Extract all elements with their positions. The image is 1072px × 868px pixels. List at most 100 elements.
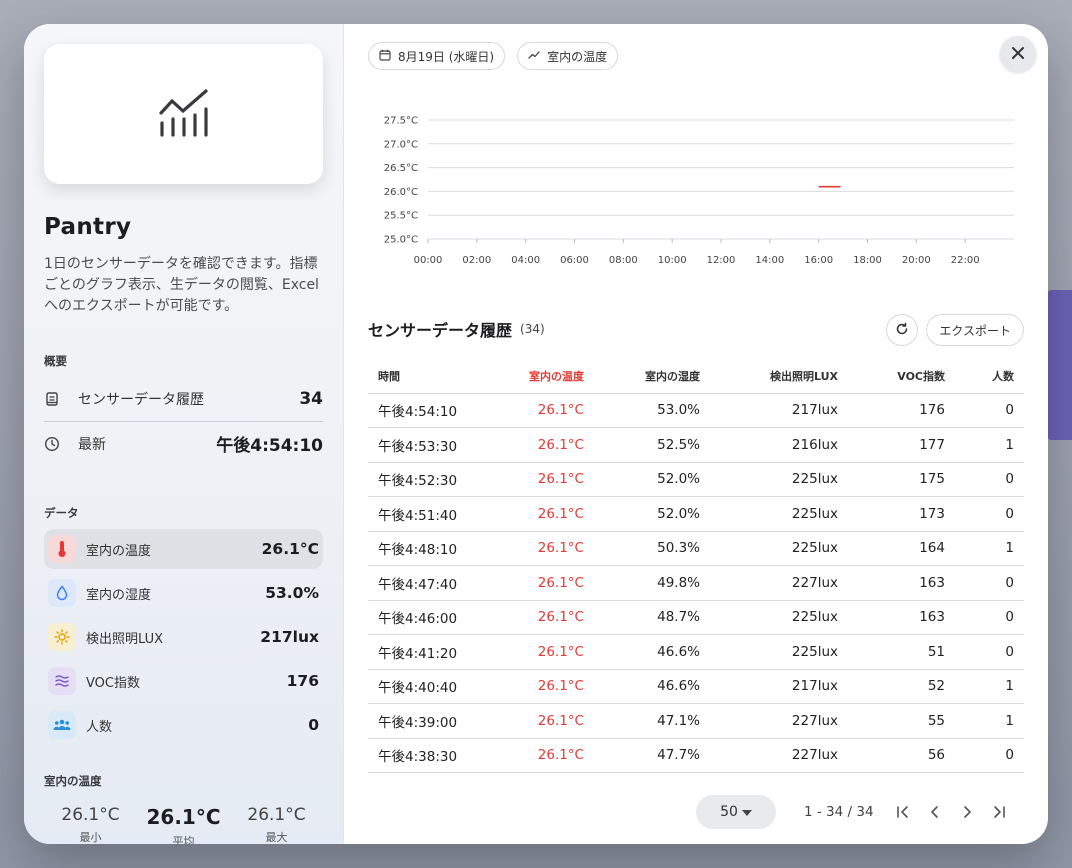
col-time[interactable]: 時間: [368, 360, 486, 394]
cell-humidity: 52.0%: [594, 496, 710, 532]
stat-min-label: 最小: [79, 831, 102, 844]
cell-lux: 225lux: [710, 600, 848, 635]
background-panel: [1046, 290, 1072, 440]
cell-temperature: 26.1°C: [486, 462, 594, 497]
cell-temperature: 26.1°C: [486, 393, 594, 428]
cell-people: 0: [955, 496, 1024, 532]
metric-people[interactable]: 人数 0: [44, 705, 323, 745]
x-tick-label: 16:00: [804, 255, 833, 266]
x-tick-label: 02:00: [462, 255, 491, 266]
close-button[interactable]: [1000, 36, 1036, 72]
cell-temperature: 26.1°C: [486, 703, 594, 739]
metric-list: 室内の温度 26.1°C 室内の湿度 53.0% 検出照明LUX 217lux: [44, 529, 323, 745]
metric-voc[interactable]: VOC指数 176: [44, 661, 323, 701]
per-page-select[interactable]: 50: [696, 795, 776, 829]
cell-people: 0: [955, 565, 1024, 601]
cell-humidity: 46.6%: [594, 634, 710, 670]
caret-down-icon: [741, 804, 752, 820]
next-page-icon[interactable]: [958, 803, 976, 821]
export-button[interactable]: エクスポート: [926, 314, 1024, 346]
col-temperature[interactable]: 室内の温度: [486, 360, 594, 394]
overview-history-value: 34: [299, 389, 323, 409]
x-tick-label: 18:00: [853, 255, 882, 266]
overview-history-label: センサーデータ履歴: [78, 392, 204, 408]
metric-humidity-label: 室内の湿度: [86, 587, 152, 603]
sensor-modal: Pantry 1日のセンサーデータを確認できます。指標ごとのグラフ表示、生データ…: [24, 24, 1048, 844]
hero-card: [44, 44, 323, 184]
col-lux[interactable]: 検出照明LUX: [710, 360, 848, 394]
trend-icon: [528, 49, 540, 63]
filter-chips: 8月19日 (水曜日) 室内の温度: [368, 42, 1024, 70]
table-row[interactable]: 午後4:54:10 26.1°C 53.0% 217lux 176 0: [368, 393, 1024, 428]
table-row[interactable]: 午後4:47:40 26.1°C 49.8% 227lux 163 0: [368, 565, 1024, 601]
overview-latest-row: 最新 午後4:54:10: [44, 421, 323, 465]
metric-chip[interactable]: 室内の温度: [517, 42, 619, 70]
y-tick-label: 26.0°C: [384, 187, 418, 198]
table-row[interactable]: 午後4:41:20 26.1°C 46.6% 225lux 51 0: [368, 634, 1024, 670]
stat-min: 26.1°C 最小: [44, 805, 137, 844]
first-page-icon[interactable]: [894, 803, 912, 821]
table-row[interactable]: 午後4:39:00 26.1°C 47.1% 227lux 55 1: [368, 703, 1024, 739]
cell-people: 1: [955, 427, 1024, 463]
last-page-icon[interactable]: [990, 803, 1008, 821]
metric-temperature[interactable]: 室内の温度 26.1°C: [44, 529, 323, 569]
sun-icon: [48, 623, 76, 651]
cell-lux: 225lux: [710, 496, 848, 532]
refresh-button[interactable]: [886, 314, 918, 346]
pagination: 50 1 - 34 / 34: [696, 795, 1016, 829]
cell-temperature: 26.1°C: [486, 669, 594, 704]
refresh-icon: [895, 321, 909, 340]
cell-temperature: 26.1°C: [486, 496, 594, 532]
metric-lux-label: 検出照明LUX: [86, 631, 164, 647]
table-row[interactable]: 午後4:46:00 26.1°C 48.7% 225lux 163 0: [368, 600, 1024, 635]
cell-voc: 52: [848, 669, 955, 704]
per-page-value: 50: [720, 804, 738, 820]
stat-max-label: 最大: [265, 831, 288, 844]
table-row[interactable]: 午後4:52:30 26.1°C 52.0% 225lux 175 0: [368, 462, 1024, 497]
table-header-row: 時間 室内の温度 室内の湿度 検出照明LUX VOC指数 人数: [368, 360, 1024, 394]
cell-voc: 163: [848, 565, 955, 601]
cell-lux: 225lux: [710, 531, 848, 566]
prev-page-icon[interactable]: [926, 803, 944, 821]
table-row[interactable]: 午後4:51:40 26.1°C 52.0% 225lux 173 0: [368, 496, 1024, 532]
x-tick-label: 12:00: [707, 255, 736, 266]
col-people[interactable]: 人数: [955, 360, 1024, 394]
clock-icon: [44, 436, 70, 452]
cell-voc: 164: [848, 531, 955, 566]
x-tick-label: 10:00: [658, 255, 687, 266]
x-tick-label: 08:00: [609, 255, 638, 266]
col-voc[interactable]: VOC指数: [848, 360, 955, 394]
cell-humidity: 52.5%: [594, 427, 710, 463]
cell-people: 1: [955, 531, 1024, 566]
col-humidity[interactable]: 室内の湿度: [594, 360, 710, 394]
main-panel: 8月19日 (水曜日) 室内の温度 25.0°C 25.5°C 26.0°C 26.5…: [344, 24, 1048, 844]
date-chip-label: 8月19日 (水曜日): [398, 49, 495, 64]
y-tick-label: 25.5°C: [384, 211, 418, 222]
metric-humidity[interactable]: 室内の湿度 53.0%: [44, 573, 323, 613]
table-row[interactable]: 午後4:38:30 26.1°C 47.7% 227lux 56 0: [368, 738, 1024, 773]
cell-voc: 51: [848, 634, 955, 670]
table-row[interactable]: 午後4:40:40 26.1°C 46.6% 217lux 52 1: [368, 669, 1024, 704]
cell-voc: 177: [848, 427, 955, 463]
table-body: 午後4:54:10 26.1°C 53.0% 217lux 176 0 午後4:53:30 2…: [368, 393, 1024, 773]
cell-people: 0: [955, 393, 1024, 428]
cell-people: 0: [955, 738, 1024, 773]
cell-people: 1: [955, 669, 1024, 704]
cell-temperature: 26.1°C: [486, 427, 594, 463]
cell-lux: 217lux: [710, 669, 848, 704]
metric-lux[interactable]: 検出照明LUX 217lux: [44, 617, 323, 657]
cell-temperature: 26.1°C: [486, 600, 594, 635]
sensor-table: 時間 室内の温度 室内の湿度 検出照明LUX VOC指数 人数 午後4:54:1…: [368, 360, 1024, 773]
cell-lux: 227lux: [710, 565, 848, 601]
metric-voc-value: 176: [286, 672, 319, 690]
cell-voc: 55: [848, 703, 955, 739]
cell-voc: 56: [848, 738, 955, 773]
table-row[interactable]: 午後4:53:30 26.1°C 52.5% 216lux 177 1: [368, 427, 1024, 463]
cell-lux: 227lux: [710, 703, 848, 739]
cell-time: 午後4:52:30: [368, 462, 486, 497]
thermometer-icon: [48, 535, 76, 563]
clipboard-icon: [44, 391, 70, 407]
table-row[interactable]: 午後4:48:10 26.1°C 50.3% 225lux 164 1: [368, 531, 1024, 566]
page-range: 1 - 34 / 34: [804, 804, 874, 820]
date-chip[interactable]: 8月19日 (水曜日): [368, 42, 506, 70]
